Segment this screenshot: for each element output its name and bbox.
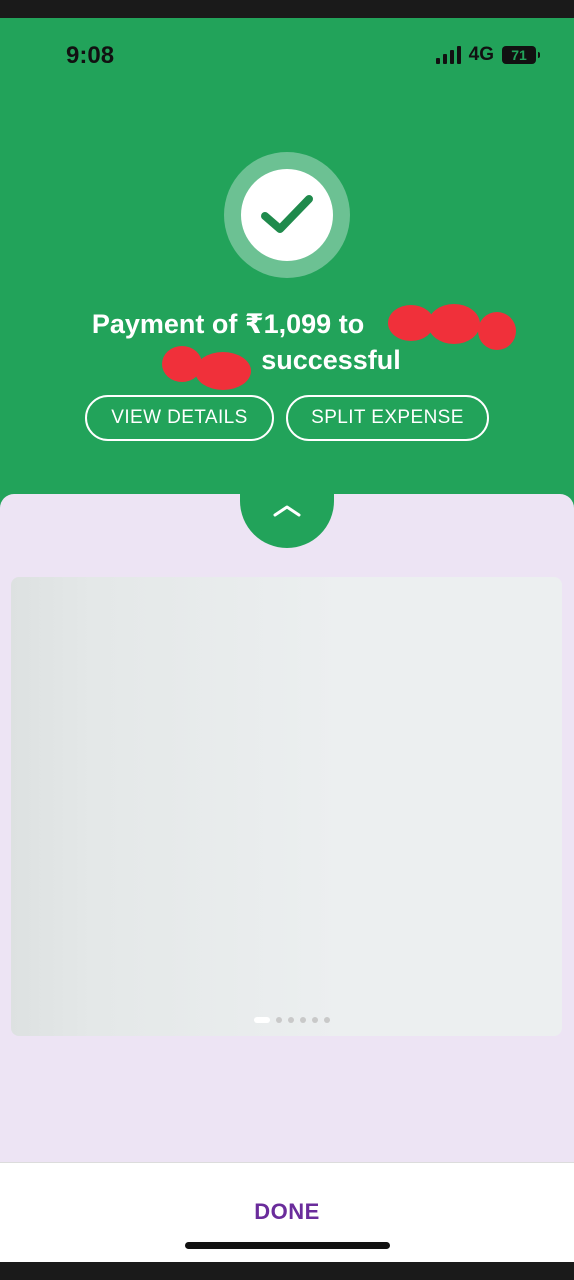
pagination-dot[interactable] (312, 1017, 318, 1023)
redaction-mark (195, 352, 251, 390)
chevron-up-icon (273, 505, 301, 517)
home-indicator[interactable] (185, 1242, 390, 1249)
carousel-pagination (254, 1017, 330, 1023)
redaction-mark (428, 304, 480, 344)
done-button[interactable]: DONE (207, 1192, 367, 1232)
split-expense-button[interactable]: SPLIT EXPENSE (286, 395, 489, 441)
top-bezel (0, 0, 574, 18)
pagination-dot[interactable] (300, 1017, 306, 1023)
status-time: 9:08 (66, 42, 115, 69)
success-header (0, 18, 574, 538)
phone-screen: 9:08 4G 71 Payment of ₹1,099 to successf… (0, 0, 574, 1280)
check-icon (261, 195, 313, 233)
pagination-dot-active[interactable] (254, 1017, 270, 1023)
pagination-dot[interactable] (288, 1017, 294, 1023)
battery-level: 71 (511, 47, 527, 63)
success-badge (224, 152, 350, 278)
promo-carousel[interactable] (11, 577, 562, 1036)
status-indicators: 4G 71 (435, 44, 540, 66)
bottom-bezel (0, 1262, 574, 1280)
signal-icon (435, 46, 461, 64)
pagination-dot[interactable] (276, 1017, 282, 1023)
network-type: 4G (468, 44, 494, 65)
pagination-dot[interactable] (324, 1017, 330, 1023)
check-circle (241, 169, 333, 261)
view-details-button[interactable]: VIEW DETAILS (85, 395, 274, 441)
headline-line-2: successful (261, 345, 401, 375)
redaction-mark (478, 312, 516, 350)
battery-icon: 71 (502, 46, 540, 64)
